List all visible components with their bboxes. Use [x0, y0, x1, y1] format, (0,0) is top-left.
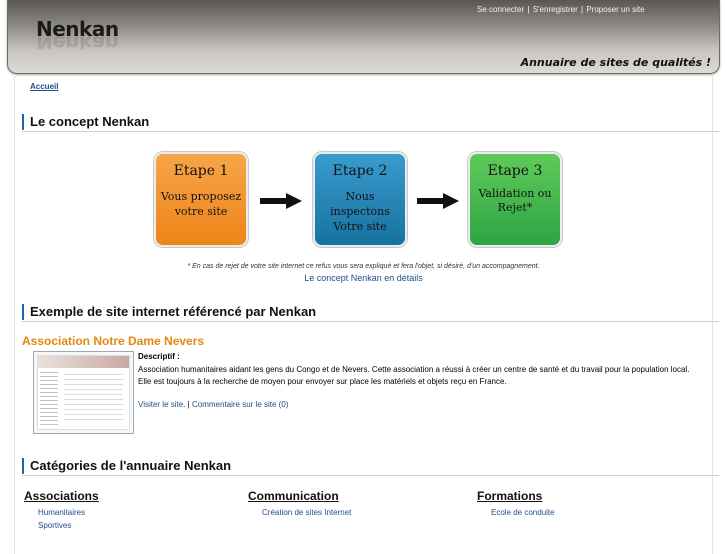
subcategory-sportives[interactable]: Sportives — [24, 519, 99, 532]
category-column: Communication Création de sites Internet — [248, 489, 351, 519]
link-separator: | — [581, 5, 584, 14]
login-link[interactable]: Se connecter — [477, 5, 524, 14]
step-3-title: Etape 3 — [487, 163, 543, 179]
section-divider — [22, 475, 719, 476]
subcategory-ecole-conduite[interactable]: Ecole de conduite — [477, 506, 555, 519]
step-1-card: Etape 1 Vous proposez votre site — [154, 152, 248, 247]
register-link[interactable]: S'enregistrer — [533, 5, 578, 14]
step-2-card: Etape 2 Nous inspectons Votre site — [313, 152, 407, 247]
category-communication[interactable]: Communication — [248, 489, 351, 503]
link-separator: | — [527, 5, 530, 14]
arrow-right-icon — [260, 193, 302, 209]
category-formations[interactable]: Formations — [477, 489, 555, 503]
example-section-title: Exemple de site internet référencé par N… — [22, 304, 316, 320]
category-column: Formations Ecole de conduite — [477, 489, 555, 519]
subcategory-creation-sites[interactable]: Création de sites Internet — [248, 506, 351, 519]
step-2-description: Nous inspectons Votre site — [330, 190, 390, 233]
site-description: Association humanitaires aidant les gens… — [138, 365, 690, 386]
site-tagline: Annuaire de sites de qualités ! — [520, 56, 711, 69]
step-3-card: Etape 3 Validation ou Rejet* — [468, 152, 562, 247]
propose-site-link[interactable]: Proposer un site — [586, 5, 644, 14]
step-1-description: Vous proposez votre site — [160, 190, 242, 218]
top-links: Se connecter | S'enregistrer | Proposer … — [477, 5, 645, 14]
description-label: Descriptif : — [138, 352, 180, 361]
site-comments-link[interactable]: Commentaire sur le site (0) — [192, 400, 288, 409]
site-actions: Visiter le site. | Commentaire sur le si… — [138, 400, 288, 409]
category-associations[interactable]: Associations — [24, 489, 99, 503]
categories-section-title: Catégories de l'annuaire Nenkan — [22, 458, 231, 474]
category-column: Associations Humanitaires Sportives — [24, 489, 99, 532]
step-1-title: Etape 1 — [173, 163, 229, 179]
step-2-title: Etape 2 — [332, 163, 388, 179]
link-separator: | — [187, 400, 190, 409]
section-divider — [22, 131, 719, 132]
rejection-note: * En cas de rejet de votre site internet… — [187, 263, 540, 270]
site-header: Nenkan Nenkan Se connecter | S'enregistr… — [7, 0, 720, 74]
visit-site-link[interactable]: Visiter le site. — [138, 400, 185, 409]
concept-section-title: Le concept Nenkan — [22, 114, 149, 130]
concept-details-link[interactable]: Le concept Nenkan en détails — [0, 273, 727, 283]
breadcrumb-home[interactable]: Accueil — [30, 82, 58, 91]
step-3-description: Validation ou Rejet* — [478, 187, 552, 214]
subcategory-humanitaires[interactable]: Humanitaires — [24, 506, 99, 519]
site-thumbnail[interactable] — [33, 351, 134, 434]
section-divider — [22, 321, 719, 322]
example-site-name[interactable]: Association Notre Dame Nevers — [22, 334, 204, 348]
arrow-right-icon — [417, 193, 459, 209]
site-logo-reflection: Nenkan — [36, 37, 119, 49]
